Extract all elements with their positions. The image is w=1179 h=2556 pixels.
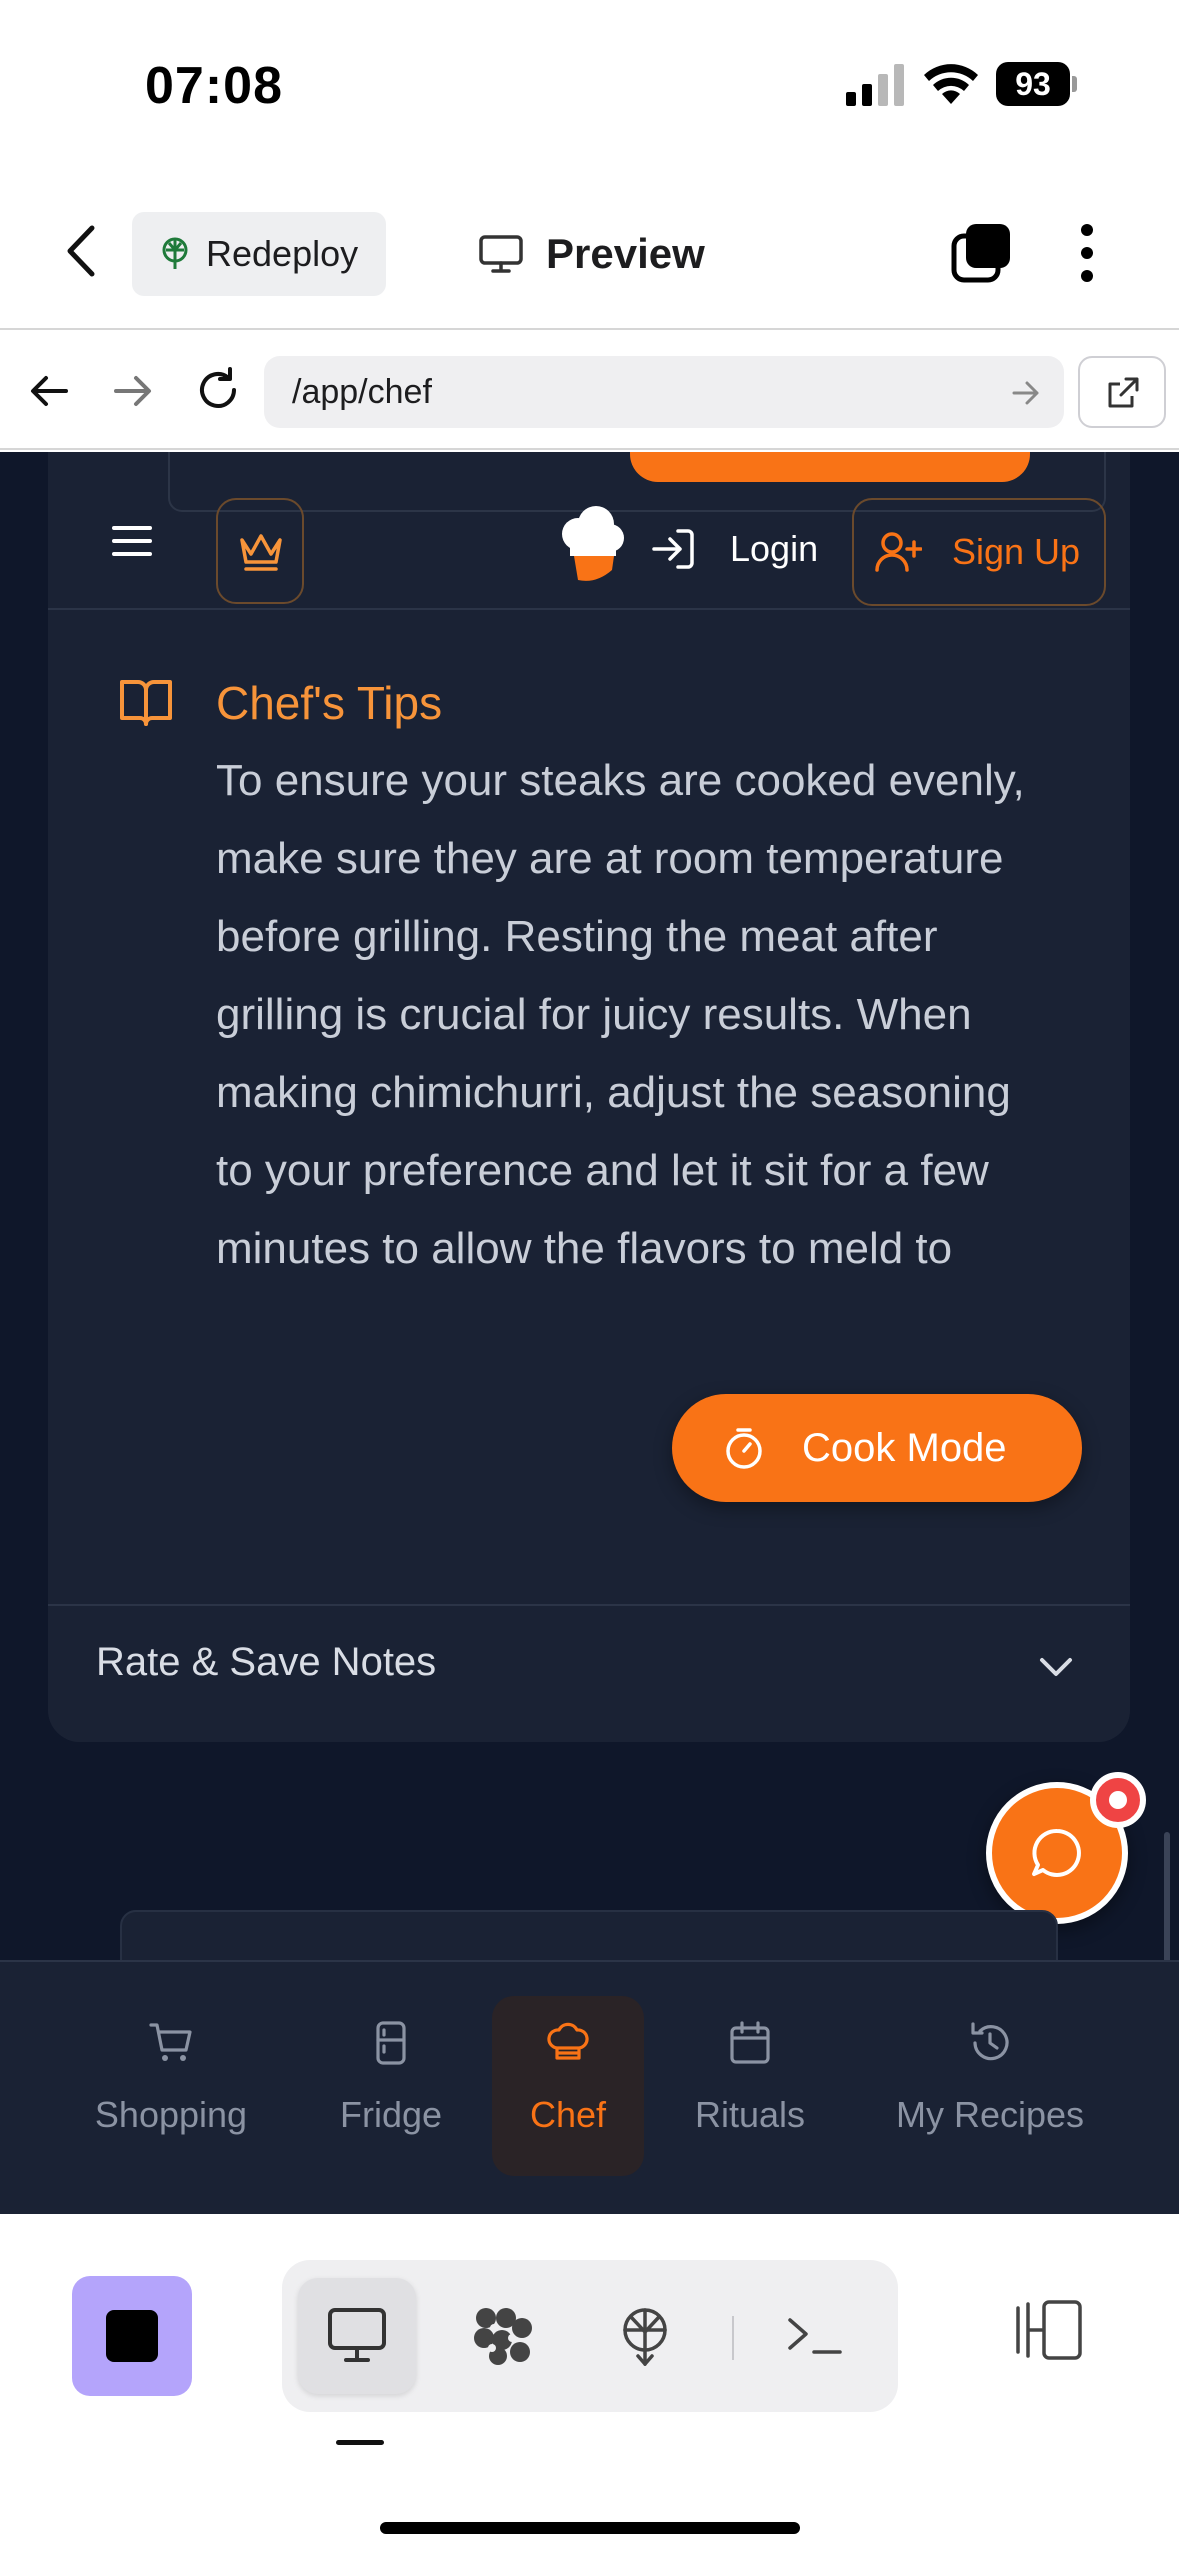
open-external-button[interactable]	[1078, 356, 1166, 428]
url-text: /app/chef	[292, 372, 432, 411]
mode-divider	[732, 2316, 734, 2360]
nav-label-my-recipes: My Recipes	[895, 2094, 1085, 2135]
browser-bar: /app/chef	[0, 332, 1179, 450]
reload-icon[interactable]	[194, 366, 242, 414]
console-mode-button[interactable]	[756, 2278, 874, 2394]
battery-icon: 93	[996, 62, 1077, 106]
split-layout-icon[interactable]	[1010, 2298, 1084, 2362]
deploy-mode-button[interactable]	[586, 2278, 704, 2394]
chef-hat-icon	[547, 2022, 589, 2060]
wifi-icon	[924, 64, 978, 104]
hamburger-menu-icon[interactable]	[112, 524, 152, 558]
tips-body: To ensure your steaks are cooked evenly,…	[216, 756, 1025, 1273]
bottom-nav: Shopping Fridge Chef Rituals My Recipes	[0, 1960, 1179, 2214]
login-icon	[652, 529, 694, 569]
open-book-icon	[120, 680, 172, 726]
redeploy-button[interactable]: Redeploy	[132, 212, 386, 296]
preview-label: Preview	[546, 230, 705, 277]
nav-item-my-recipes[interactable]: My Recipes	[870, 1996, 1110, 2176]
recipe-card: Login Sign Up Chef's Tips To ensure your…	[48, 452, 1130, 1742]
nav-item-rituals[interactable]: Rituals	[670, 1996, 830, 2176]
status-bar: 07:08 93	[0, 0, 1179, 170]
calendar-icon	[730, 2021, 770, 2064]
app-header: Login Sign Up	[48, 482, 1130, 610]
cart-icon	[149, 2023, 192, 2061]
nav-label-rituals: Rituals	[694, 2094, 806, 2135]
nav-item-chef[interactable]: Chef	[492, 1996, 644, 2176]
agents-mode-button[interactable]	[444, 2278, 562, 2394]
terminal-icon	[788, 2318, 842, 2354]
deploy-tree-icon	[162, 237, 188, 269]
premium-button[interactable]	[216, 498, 304, 604]
stop-icon	[106, 2310, 158, 2362]
chef-logo-icon[interactable]	[556, 504, 626, 586]
add-user-icon	[875, 532, 922, 572]
fridge-icon	[376, 2021, 406, 2065]
workflow-icon	[474, 2308, 532, 2365]
redeploy-label: Redeploy	[206, 233, 359, 274]
go-arrow-icon[interactable]	[1012, 380, 1040, 406]
crown-icon	[240, 534, 282, 571]
host-bottom-toolbar	[0, 2214, 1179, 2556]
more-options-icon[interactable]	[1078, 222, 1096, 284]
tabs-switcher-icon[interactable]	[950, 222, 1012, 284]
back-chevron-icon[interactable]	[62, 224, 102, 278]
browser-back-icon[interactable]	[28, 370, 70, 412]
signup-button[interactable]: Sign Up	[852, 498, 1106, 606]
rate-save-notes-label: Rate & Save Notes	[96, 1640, 437, 1684]
nav-item-shopping[interactable]: Shopping	[76, 1996, 266, 2176]
preview-title: Preview	[478, 224, 705, 284]
rate-save-notes-accordion[interactable]: Rate & Save Notes	[48, 1604, 1130, 1742]
status-time: 07:08	[145, 57, 283, 115]
login-label: Login	[730, 528, 819, 569]
stop-button[interactable]	[72, 2276, 192, 2396]
chat-bubble-icon	[1032, 1828, 1081, 1877]
home-indicator	[380, 2522, 800, 2534]
deploy-tree-icon	[623, 2308, 667, 2366]
cook-mode-button[interactable]: Cook Mode	[672, 1394, 1082, 1502]
browser-forward-icon[interactable]	[112, 370, 154, 412]
preview-mode-button[interactable]	[298, 2278, 416, 2394]
login-button[interactable]: Login	[650, 514, 818, 584]
battery-level: 93	[996, 62, 1070, 106]
timer-icon	[726, 1428, 762, 1469]
chevron-down-icon	[1040, 1658, 1072, 1676]
host-toolbar: Redeploy Preview	[0, 170, 1179, 330]
tips-title: Chef's Tips	[216, 677, 443, 729]
nav-label-chef: Chef	[529, 2094, 607, 2135]
nav-label-shopping: Shopping	[94, 2094, 248, 2135]
signup-label: Sign Up	[952, 531, 1081, 572]
history-icon	[971, 2022, 1009, 2061]
cellular-signal-icon	[846, 64, 904, 106]
external-link-icon	[1108, 377, 1139, 408]
monitor-icon	[479, 235, 523, 273]
app-viewport: Login Sign Up Chef's Tips To ensure your…	[0, 452, 1179, 2214]
cook-mode-label: Cook Mode	[802, 1425, 1007, 1470]
active-mode-indicator	[336, 2440, 384, 2445]
view-mode-group	[282, 2260, 898, 2412]
notification-badge	[1090, 1772, 1146, 1828]
nav-item-fridge[interactable]: Fridge	[316, 1996, 466, 2176]
monitor-icon	[328, 2308, 386, 2362]
nav-label-fridge: Fridge	[339, 2094, 443, 2135]
partial-orange-button[interactable]	[630, 452, 1030, 482]
url-field[interactable]: /app/chef	[264, 356, 1064, 428]
